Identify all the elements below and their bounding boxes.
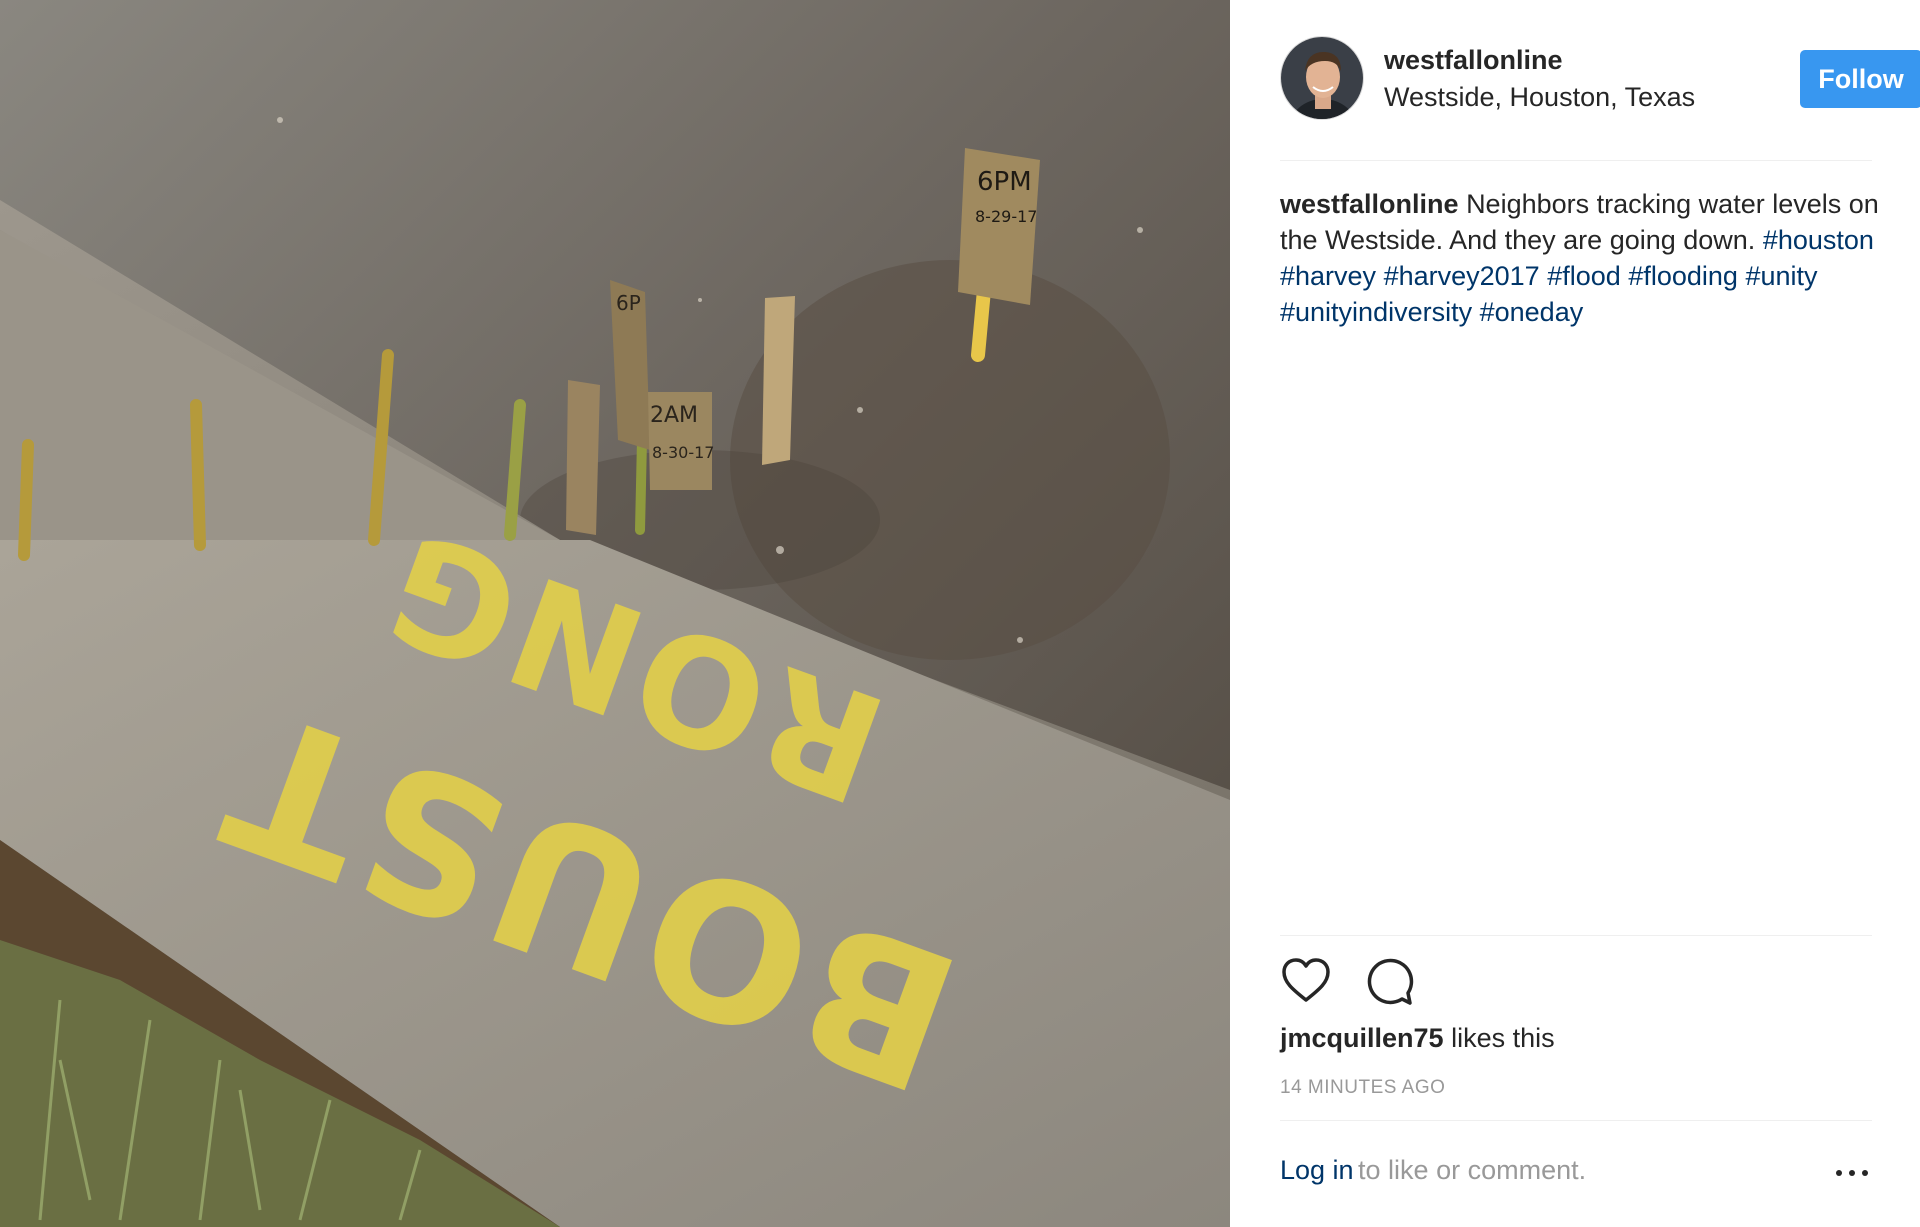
- hashtag-link[interactable]: #flood: [1547, 261, 1621, 291]
- caption-username[interactable]: westfallonline: [1280, 189, 1459, 219]
- hashtag-link[interactable]: #harvey: [1280, 261, 1376, 291]
- post-location[interactable]: Westside, Houston, Texas: [1384, 82, 1695, 113]
- header-divider: [1280, 160, 1872, 161]
- heart-outline-icon[interactable]: [1280, 955, 1332, 1007]
- actions-divider: [1280, 935, 1872, 936]
- post-caption: westfallonline Neighbors tracking water …: [1280, 186, 1880, 330]
- sign-6pm-label: 6PM: [977, 167, 1032, 197]
- login-prompt-text: to like or comment.: [1358, 1155, 1587, 1185]
- hashtag-link[interactable]: #oneday: [1480, 297, 1584, 327]
- footer-divider: [1280, 1120, 1872, 1121]
- flood-street-photo: BOUST RONG 6P 2AM 8-30-17 6PM 8-29-17: [0, 0, 1230, 1227]
- more-dot: [1862, 1170, 1868, 1176]
- login-prompt: Log in to like or comment.: [1280, 1155, 1872, 1195]
- liker-username[interactable]: jmcquillen75: [1280, 1023, 1444, 1053]
- hashtag-link[interactable]: #unityindiversity: [1280, 297, 1472, 327]
- more-dot: [1849, 1170, 1855, 1176]
- more-options-icon[interactable]: [1832, 1163, 1872, 1183]
- hashtag-link[interactable]: #flooding: [1628, 261, 1738, 291]
- login-link[interactable]: Log in: [1280, 1155, 1354, 1185]
- hashtag-link[interactable]: #harvey2017: [1384, 261, 1540, 291]
- svg-text:8-29-17: 8-29-17: [975, 207, 1037, 226]
- hashtag-link[interactable]: #houston: [1763, 225, 1874, 255]
- svg-text:2AM: 2AM: [650, 403, 698, 428]
- hashtag-link[interactable]: #unity: [1745, 261, 1817, 291]
- post-author-username[interactable]: westfallonline: [1384, 45, 1563, 76]
- svg-text:8-30-17: 8-30-17: [652, 443, 714, 462]
- post-actions: [1280, 955, 1872, 1011]
- likes-line: jmcquillen75 likes this: [1280, 1023, 1555, 1054]
- svg-text:6P: 6P: [616, 291, 641, 315]
- post-sidebar: westfallonline Westside, Houston, Texas …: [1230, 0, 1920, 1227]
- user-avatar-image: [1281, 37, 1363, 119]
- post-header: westfallonline Westside, Houston, Texas …: [1280, 36, 1920, 122]
- avatar[interactable]: [1280, 36, 1364, 120]
- post-photo[interactable]: BOUST RONG 6P 2AM 8-30-17 6PM 8-29-17: [0, 0, 1230, 1227]
- comment-bubble-icon[interactable]: [1364, 955, 1416, 1007]
- likes-suffix: likes this: [1451, 1023, 1555, 1053]
- more-dot: [1836, 1170, 1842, 1176]
- post-timestamp[interactable]: 14 MINUTES AGO: [1280, 1077, 1445, 1099]
- follow-button[interactable]: Follow: [1800, 50, 1920, 108]
